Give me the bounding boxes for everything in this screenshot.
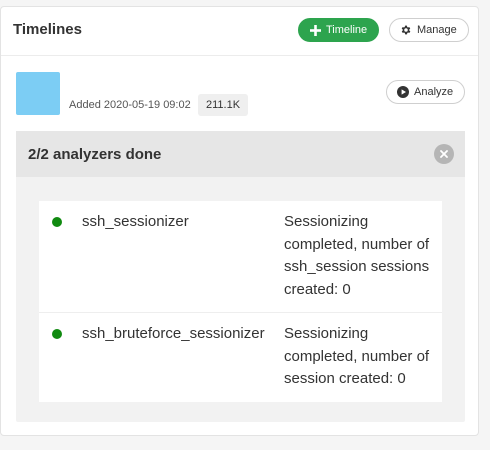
analyzer-status-title: 2/2 analyzers done [28,146,162,163]
analyzer-result: Sessionizing completed, number of sessio… [284,325,430,387]
manage-label: Manage [417,24,457,36]
analyzer-results-list: ssh_sessionizer Sessionizing completed, … [39,201,442,402]
analyzer-row: ssh_bruteforce_sessionizer Sessionizing … [39,313,442,402]
plus-icon [309,24,321,36]
manage-button[interactable]: Manage [389,18,469,42]
close-icon [440,145,448,163]
analyzer-results-panel: 2/2 analyzers done ssh_sessionizer Sessi… [16,131,465,422]
status-dot [52,217,62,227]
play-circle-icon [397,86,409,98]
analyzer-result: Sessionizing completed, number of ssh_se… [284,213,430,298]
card-header: Timelines Timeline Manage [1,7,478,56]
page-title: Timelines [13,21,82,38]
timeline-added-date: Added 2020-05-19 09:02 [69,99,191,111]
timelines-card: Timelines Timeline Manage Added 2020-05-… [0,6,479,436]
analyzer-panel-header: 2/2 analyzers done [16,131,465,177]
close-panel-button[interactable] [434,144,454,164]
add-timeline-button[interactable]: Timeline [298,18,379,42]
add-timeline-label: Timeline [326,24,368,36]
analyze-button[interactable]: Analyze [386,80,465,104]
timeline-color-swatch[interactable] [16,72,60,115]
timeline-size-badge: 211.1K [198,94,249,116]
gear-icon [400,24,412,36]
analyze-label: Analyze [414,86,454,98]
analyzer-name: ssh_sessionizer [82,213,189,230]
analyzer-row: ssh_sessionizer Sessionizing completed, … [39,201,442,313]
analyzer-name: ssh_bruteforce_sessionizer [82,325,265,342]
status-dot [52,329,62,339]
